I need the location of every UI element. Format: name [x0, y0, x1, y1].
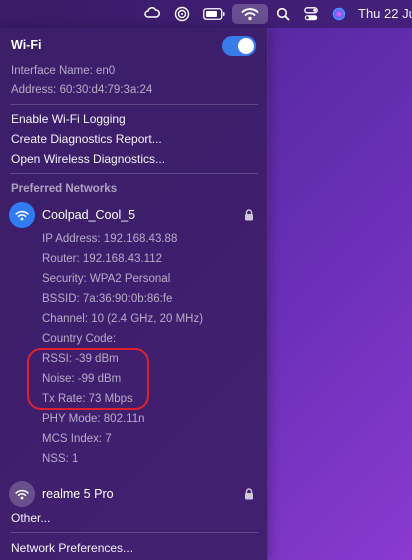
wifi-icon[interactable]	[232, 4, 268, 24]
network-preferences-item[interactable]: Network Preferences...	[11, 541, 133, 555]
creative-cloud-icon[interactable]	[143, 4, 161, 24]
separator	[10, 173, 258, 174]
wifi-menu-panel: Wi-Fi Interface Name: en0 Address: 60:30…	[0, 28, 268, 560]
menubar-datetime[interactable]: Thu 22 Ju	[358, 6, 412, 21]
battery-icon[interactable]	[203, 4, 225, 24]
open-wireless-diagnostics-item[interactable]: Open Wireless Diagnostics...	[11, 152, 165, 166]
detail-channel: Channel: 10 (2.4 GHz, 20 MHz)	[42, 313, 204, 325]
detail-bssid: BSSID: 7a:36:90:0b:86:fe	[42, 293, 173, 305]
detail-router: Router: 192.168.43.112	[42, 253, 162, 265]
lock-icon	[244, 487, 254, 500]
wifi-network-icon	[9, 202, 35, 228]
detail-ip-address: IP Address: 192.168.43.88	[42, 233, 178, 245]
lock-icon	[244, 208, 254, 221]
other-networks-item[interactable]: Other...	[11, 511, 50, 525]
detail-country-code: Country Code:	[42, 333, 117, 345]
detail-mcs-index: MCS Index: 7	[42, 433, 112, 445]
preferred-networks-header: Preferred Networks	[11, 183, 118, 195]
wifi-toggle[interactable]	[222, 36, 256, 56]
detail-nss: NSS: 1	[42, 453, 79, 465]
interface-name: Interface Name: en0	[11, 65, 116, 77]
wifi-network-icon	[9, 481, 35, 507]
toggle-knob	[238, 38, 254, 54]
separator	[10, 532, 258, 533]
network-name-coolpad[interactable]: Coolpad_Cool_5	[42, 208, 135, 222]
detail-security: Security: WPA2 Personal	[42, 273, 171, 285]
siri-icon[interactable]	[331, 4, 347, 24]
detail-phy-mode: PHY Mode: 802.11n	[42, 413, 145, 425]
separator	[10, 104, 258, 105]
control-center-icon[interactable]	[302, 4, 320, 24]
mac-address: Address: 60:30:d4:79:3a:24	[11, 84, 153, 96]
network-name-realme[interactable]: realme 5 Pro	[42, 487, 114, 501]
create-diagnostics-item[interactable]: Create Diagnostics Report...	[11, 132, 162, 146]
annotation-highlight-circle	[27, 348, 149, 410]
menu-bar: Thu 22 Ju	[0, 0, 412, 28]
search-icon[interactable]	[275, 4, 291, 24]
enable-logging-item[interactable]: Enable Wi-Fi Logging	[11, 112, 126, 126]
airplay-icon[interactable]	[172, 4, 192, 24]
wifi-title: Wi-Fi	[11, 38, 42, 52]
